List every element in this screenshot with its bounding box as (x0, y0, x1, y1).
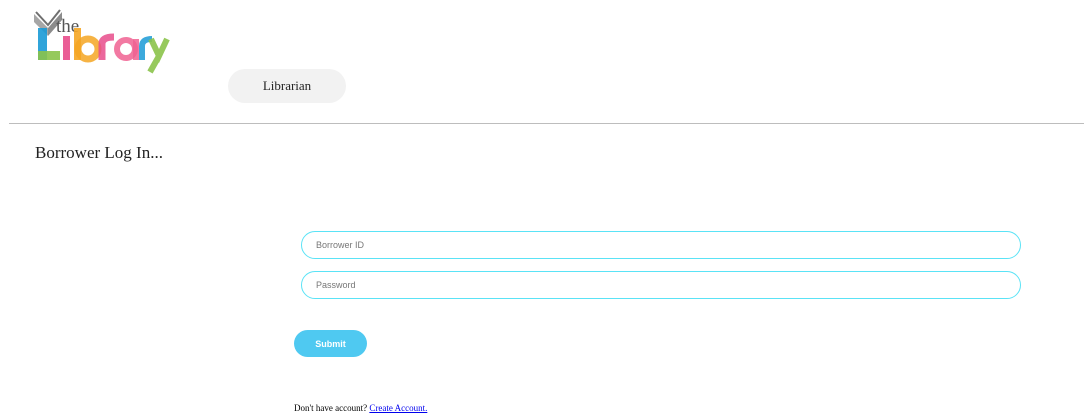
create-account-link[interactable]: Create Account. (369, 403, 427, 413)
library-logo[interactable]: the (30, 6, 170, 76)
library-logo-graphic: the (34, 9, 170, 74)
password-input[interactable] (301, 271, 1021, 299)
header-divider (9, 123, 1084, 124)
signup-prompt: Don't have account? Create Account. (294, 403, 427, 413)
librarian-nav-button[interactable]: Librarian (228, 69, 346, 103)
submit-button[interactable]: Submit (294, 330, 367, 357)
borrower-id-input[interactable] (301, 231, 1021, 259)
signup-prompt-text: Don't have account? (294, 403, 368, 413)
page-title: Borrower Log In... (35, 143, 163, 162)
